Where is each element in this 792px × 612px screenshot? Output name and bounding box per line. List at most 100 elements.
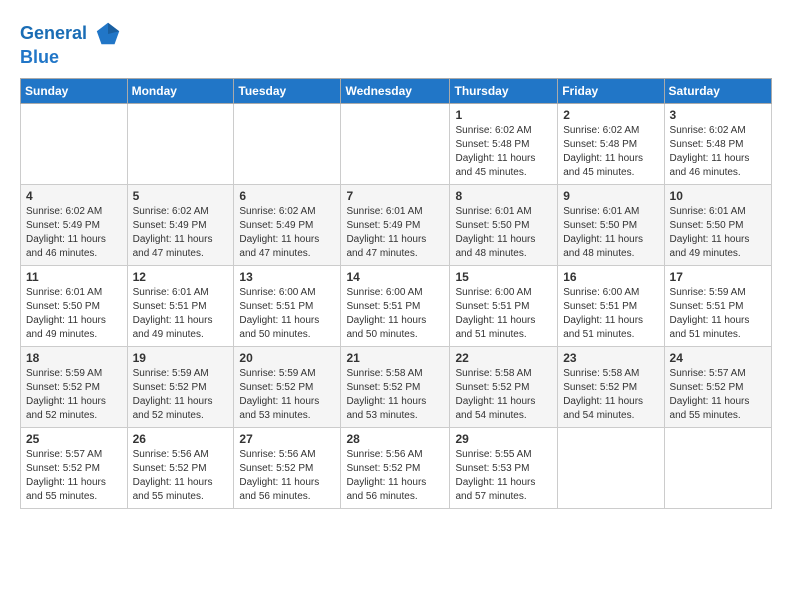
calendar-cell: 8 Sunrise: 6:01 AM Sunset: 5:50 PM Daylig… [450,184,558,265]
day-number: 9 [563,189,658,203]
day-info: Sunrise: 5:59 AM Sunset: 5:52 PM Dayligh… [26,367,122,423]
calendar-cell: 28Sunrise: 5:56 AM Sunset: 5:52 PM Dayli… [341,427,450,508]
calendar-cell: 16 Sunrise: 6:00 AM Sunset: 5:51 PM Dayli… [558,265,664,346]
calendar-cell: 17 Sunrise: 5:59 AM Sunset: 5:51 PM Dayli… [664,265,771,346]
calendar-cell: 3 Sunrise: 6:02 AM Sunset: 5:48 PM Daylig… [664,103,771,184]
day-info: Sunrise: 6:02 AM Sunset: 5:48 PM Dayligh… [670,124,766,180]
day-number: 6 [239,189,335,203]
day-header-friday: Friday [558,78,664,103]
day-info: Sunrise: 6:01 AM Sunset: 5:50 PM Dayligh… [563,205,658,261]
calendar-cell: 10 Sunrise: 6:01 AM Sunset: 5:50 PM Dayli… [664,184,771,265]
day-number: 5 [133,189,229,203]
calendar-cell: 23 Sunrise: 5:58 AM Sunset: 5:52 PM Dayli… [558,346,664,427]
calendar-cell: 27 Sunrise: 5:56 AM Sunset: 5:52 PM Dayli… [234,427,341,508]
day-info: Sunrise: 5:58 AM Sunset: 5:52 PM Dayligh… [563,367,658,423]
logo-blue: Blue [20,48,122,68]
day-number: 16 [563,270,658,284]
day-number: 29 [455,432,552,446]
day-number: 27 [239,432,335,446]
day-header-thursday: Thursday [450,78,558,103]
day-header-tuesday: Tuesday [234,78,341,103]
day-number: 2 [563,108,658,122]
calendar-cell: 5 Sunrise: 6:02 AM Sunset: 5:49 PM Daylig… [127,184,234,265]
day-number: 3 [670,108,766,122]
day-info: Sunrise: 6:01 AM Sunset: 5:49 PM Dayligh… [346,205,444,261]
day-number: 15 [455,270,552,284]
day-number: 14 [346,270,444,284]
logo: General Blue [20,20,122,68]
day-number: 4 [26,189,122,203]
day-info: Sunrise: 5:59 AM Sunset: 5:52 PM Dayligh… [133,367,229,423]
calendar-cell: 24 Sunrise: 5:57 AM Sunset: 5:52 PM Dayli… [664,346,771,427]
calendar-cell: 6 Sunrise: 6:02 AM Sunset: 5:49 PM Daylig… [234,184,341,265]
calendar-cell [127,103,234,184]
day-number: 11 [26,270,122,284]
calendar-cell: 22 Sunrise: 5:58 AM Sunset: 5:52 PM Dayli… [450,346,558,427]
day-number: 22 [455,351,552,365]
day-number: 24 [670,351,766,365]
page-header: General Blue [20,16,772,68]
day-number: 8 [455,189,552,203]
calendar-cell: 19 Sunrise: 5:59 AM Sunset: 5:52 PM Dayli… [127,346,234,427]
day-info: Sunrise: 6:00 AM Sunset: 5:51 PM Dayligh… [455,286,552,342]
day-info: Sunrise: 6:02 AM Sunset: 5:49 PM Dayligh… [239,205,335,261]
calendar-cell [558,427,664,508]
day-info: Sunrise: 6:00 AM Sunset: 5:51 PM Dayligh… [346,286,444,342]
day-info: Sunrise: 6:01 AM Sunset: 5:50 PM Dayligh… [455,205,552,261]
calendar-cell: 11 Sunrise: 6:01 AM Sunset: 5:50 PM Dayli… [21,265,128,346]
day-number: 23 [563,351,658,365]
day-info: Sunrise: 6:00 AM Sunset: 5:51 PM Dayligh… [563,286,658,342]
calendar-cell: 7 Sunrise: 6:01 AM Sunset: 5:49 PM Daylig… [341,184,450,265]
calendar-cell [21,103,128,184]
day-number: 1 [455,108,552,122]
calendar-cell [341,103,450,184]
calendar-cell: 15 Sunrise: 6:00 AM Sunset: 5:51 PM Dayli… [450,265,558,346]
day-info: Sunrise: 5:58 AM Sunset: 5:52 PM Dayligh… [346,367,444,423]
calendar-cell: 14 Sunrise: 6:00 AM Sunset: 5:51 PM Dayli… [341,265,450,346]
calendar-cell: 9 Sunrise: 6:01 AM Sunset: 5:50 PM Daylig… [558,184,664,265]
day-number: 20 [239,351,335,365]
day-info: Sunrise: 5:57 AM Sunset: 5:52 PM Dayligh… [26,448,122,504]
calendar-cell: 25 Sunrise: 5:57 AM Sunset: 5:52 PM Dayli… [21,427,128,508]
day-info: Sunrise: 6:01 AM Sunset: 5:51 PM Dayligh… [133,286,229,342]
calendar-cell: 1 Sunrise: 6:02 AM Sunset: 5:48 PM Daylig… [450,103,558,184]
day-info: Sunrise: 5:55 AM Sunset: 5:53 PM Dayligh… [455,448,552,504]
day-header-monday: Monday [127,78,234,103]
calendar-cell: 18 Sunrise: 5:59 AM Sunset: 5:52 PM Dayli… [21,346,128,427]
day-header-sunday: Sunday [21,78,128,103]
day-number: 25 [26,432,122,446]
calendar-cell: 4 Sunrise: 6:02 AM Sunset: 5:49 PM Daylig… [21,184,128,265]
day-info: Sunrise: 5:59 AM Sunset: 5:52 PM Dayligh… [239,367,335,423]
day-info: Sunrise: 5:56 AM Sunset: 5:52 PM Dayligh… [346,448,444,504]
calendar-cell: 2 Sunrise: 6:02 AM Sunset: 5:48 PM Daylig… [558,103,664,184]
day-info: Sunrise: 5:58 AM Sunset: 5:52 PM Dayligh… [455,367,552,423]
day-info: Sunrise: 6:02 AM Sunset: 5:49 PM Dayligh… [26,205,122,261]
calendar-cell: 20 Sunrise: 5:59 AM Sunset: 5:52 PM Dayli… [234,346,341,427]
day-number: 19 [133,351,229,365]
day-header-wednesday: Wednesday [341,78,450,103]
day-info: Sunrise: 6:02 AM Sunset: 5:48 PM Dayligh… [455,124,552,180]
calendar-cell [234,103,341,184]
day-number: 17 [670,270,766,284]
day-info: Sunrise: 5:56 AM Sunset: 5:52 PM Dayligh… [239,448,335,504]
calendar-table: SundayMondayTuesdayWednesdayThursdayFrid… [20,78,772,509]
day-info: Sunrise: 6:02 AM Sunset: 5:48 PM Dayligh… [563,124,658,180]
day-info: Sunrise: 6:01 AM Sunset: 5:50 PM Dayligh… [26,286,122,342]
day-header-saturday: Saturday [664,78,771,103]
day-info: Sunrise: 6:01 AM Sunset: 5:50 PM Dayligh… [670,205,766,261]
day-info: Sunrise: 5:57 AM Sunset: 5:52 PM Dayligh… [670,367,766,423]
day-number: 13 [239,270,335,284]
calendar-cell: 13Sunrise: 6:00 AM Sunset: 5:51 PM Dayli… [234,265,341,346]
day-info: Sunrise: 6:02 AM Sunset: 5:49 PM Dayligh… [133,205,229,261]
calendar-cell: 29 Sunrise: 5:55 AM Sunset: 5:53 PM Dayli… [450,427,558,508]
day-info: Sunrise: 5:59 AM Sunset: 5:51 PM Dayligh… [670,286,766,342]
day-number: 7 [346,189,444,203]
day-number: 10 [670,189,766,203]
calendar-cell: 26 Sunrise: 5:56 AM Sunset: 5:52 PM Dayli… [127,427,234,508]
day-info: Sunrise: 5:56 AM Sunset: 5:52 PM Dayligh… [133,448,229,504]
calendar-cell: 21Sunrise: 5:58 AM Sunset: 5:52 PM Dayli… [341,346,450,427]
calendar-cell: 12Sunrise: 6:01 AM Sunset: 5:51 PM Dayli… [127,265,234,346]
day-number: 26 [133,432,229,446]
day-number: 18 [26,351,122,365]
calendar-cell [664,427,771,508]
